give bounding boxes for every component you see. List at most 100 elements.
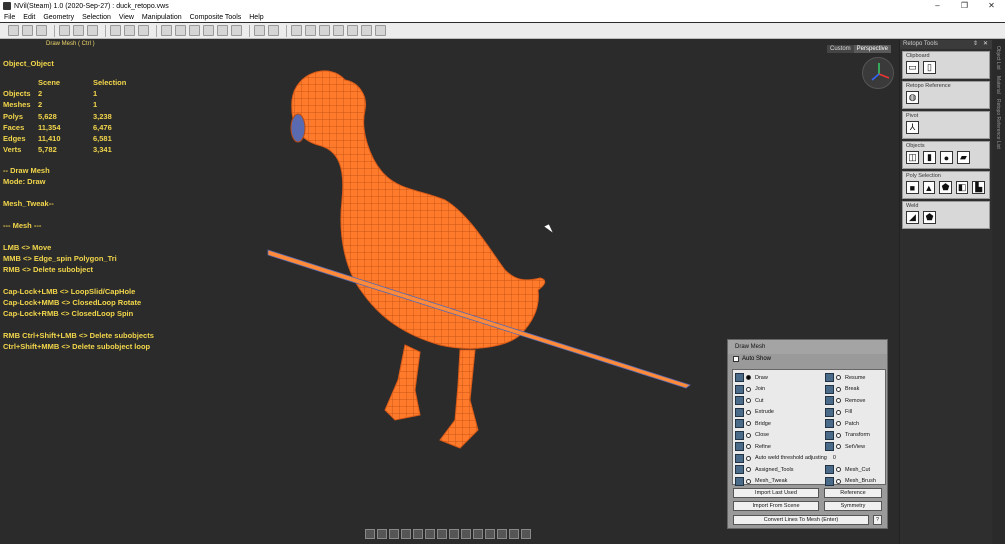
view-mode-tabs: Custom Perspective	[827, 45, 892, 53]
color-icon[interactable]	[437, 529, 447, 539]
option-mesh-brush[interactable]: Mesh_Brush	[825, 476, 876, 487]
option-mesh-tweak[interactable]: Mesh_Tweak	[735, 476, 787, 487]
radio-icon[interactable]	[746, 444, 751, 449]
box-icon[interactable]: ◧	[955, 181, 969, 194]
help-line: Mode: Draw	[3, 177, 46, 186]
stats-header: Scene Selection	[3, 77, 126, 88]
axis-icon[interactable]: ⅄	[906, 121, 919, 134]
duck-eye-socket	[290, 113, 306, 143]
option-draw[interactable]: Draw	[735, 372, 768, 383]
pin-icon[interactable]: ⇕	[973, 40, 978, 49]
option-remove[interactable]: Remove	[825, 395, 865, 406]
view-gizmo[interactable]	[862, 57, 894, 89]
import-last-used-button[interactable]: Import Last Used	[733, 488, 819, 498]
radio-icon[interactable]	[746, 467, 751, 472]
radio-icon[interactable]	[746, 409, 751, 415]
option-bridge[interactable]: Bridge	[735, 418, 771, 429]
option-close[interactable]: Close	[735, 430, 769, 441]
minimize-button[interactable]: –	[924, 0, 951, 12]
radio-icon[interactable]	[746, 386, 751, 392]
light-icon[interactable]	[425, 529, 435, 539]
lshape-icon[interactable]: ▙	[972, 181, 985, 194]
tab-object-list[interactable]: Object List	[995, 46, 1001, 70]
pentagon-icon[interactable]: ⬟	[939, 181, 952, 194]
sphere-icon[interactable]: ◍	[906, 91, 919, 104]
option-patch[interactable]: Patch	[825, 418, 859, 429]
option-cut[interactable]: Cut	[735, 395, 764, 406]
check-icon[interactable]	[449, 529, 459, 539]
radio-icon[interactable]	[746, 455, 751, 461]
stat-selection: 6,581	[93, 134, 112, 144]
plane-icon[interactable]: ▰	[957, 151, 970, 164]
material-icon[interactable]	[413, 529, 423, 539]
copy-icon[interactable]: ▭	[906, 61, 919, 74]
blank-icon[interactable]	[461, 529, 471, 539]
symmetry-button[interactable]: Symmetry	[824, 501, 882, 511]
tab-custom[interactable]: Custom	[827, 45, 854, 53]
tab-material[interactable]: Material	[995, 76, 1001, 94]
help-line	[3, 275, 154, 286]
radio-icon[interactable]	[746, 478, 751, 484]
option-mesh-cut[interactable]: Mesh_Cut	[825, 464, 870, 475]
group-label: Poly Selection	[906, 173, 941, 179]
close-button[interactable]: ✕	[978, 0, 1005, 12]
option-refine[interactable]: Refine	[735, 441, 771, 452]
option-assigned-tools[interactable]: Assigned_Tools	[735, 464, 794, 475]
radio-icon[interactable]	[746, 421, 751, 426]
radio-icon[interactable]	[836, 398, 841, 403]
frame-icon[interactable]	[521, 529, 531, 539]
auto-show-checkbox[interactable]: Auto Show	[733, 356, 771, 362]
help-line: --- Mesh ---	[3, 221, 42, 230]
radio-icon[interactable]	[836, 386, 841, 392]
cube-icon[interactable]: ◫	[906, 151, 919, 164]
paste-icon[interactable]: ▯	[923, 61, 936, 74]
weld-pent-icon[interactable]: ⬟	[923, 211, 936, 224]
option-setview[interactable]: SetView	[825, 441, 865, 452]
option-join[interactable]: Join	[735, 384, 765, 395]
radio-icon[interactable]	[746, 398, 751, 403]
radio-icon[interactable]	[836, 478, 841, 484]
triangle-icon[interactable]: ▲	[922, 181, 936, 194]
wire-icon[interactable]	[389, 529, 399, 539]
object-icon[interactable]	[509, 529, 519, 539]
radio-icon[interactable]	[746, 432, 751, 438]
reference-button[interactable]: Reference	[824, 488, 882, 498]
square-icon[interactable]: ■	[906, 181, 919, 194]
settings-icon[interactable]	[497, 529, 507, 539]
option-break[interactable]: Break	[825, 384, 859, 395]
stat-label: Edges	[3, 134, 26, 144]
option-fill[interactable]: Fill	[825, 407, 852, 418]
texture-icon[interactable]	[401, 529, 411, 539]
tab-retopo-reference-list[interactable]: Retopo Reference List	[995, 99, 1001, 149]
grid-icon[interactable]	[473, 529, 483, 539]
option-resume[interactable]: Resume	[825, 372, 865, 383]
axis-gizmo-icon	[871, 63, 890, 81]
weld-tri-icon[interactable]: ◢	[906, 211, 919, 224]
globe-icon[interactable]	[485, 529, 495, 539]
tab-perspective[interactable]: Perspective	[853, 45, 892, 53]
radio-icon[interactable]	[746, 375, 751, 380]
convert-lines-button[interactable]: Convert Lines To Mesh (Enter)	[733, 515, 869, 525]
radio-icon[interactable]	[836, 432, 841, 438]
option-transform[interactable]: Transform	[825, 430, 870, 441]
stat-scene: 5,782	[38, 145, 57, 155]
info-icon[interactable]	[365, 529, 375, 539]
radio-icon[interactable]	[836, 467, 841, 472]
radio-icon[interactable]	[836, 421, 841, 426]
cylinder-icon[interactable]: ▮	[923, 151, 936, 164]
sphere-icon[interactable]: ●	[940, 151, 953, 164]
help-button[interactable]: ?	[873, 515, 882, 525]
help-line: Mesh_Tweak--	[3, 199, 54, 208]
import-from-scene-button[interactable]: Import From Scene	[733, 501, 819, 511]
option-extrude[interactable]: Extrude	[735, 407, 774, 418]
shade-icon[interactable]	[377, 529, 387, 539]
help-line: Cap-Lock+MMB <> ClosedLoop Rotate	[3, 298, 142, 307]
option-auto-weld[interactable]: Auto weld threshold adjusting 0	[735, 453, 836, 464]
radio-icon[interactable]	[836, 375, 841, 380]
radio-icon[interactable]	[836, 409, 841, 415]
checkbox-icon[interactable]	[733, 356, 739, 362]
close-icon[interactable]: ✕	[983, 40, 988, 49]
radio-icon[interactable]	[836, 444, 841, 449]
maximize-button[interactable]: ❐	[951, 0, 978, 12]
help-line: RMB <> Delete subobject	[3, 265, 94, 274]
